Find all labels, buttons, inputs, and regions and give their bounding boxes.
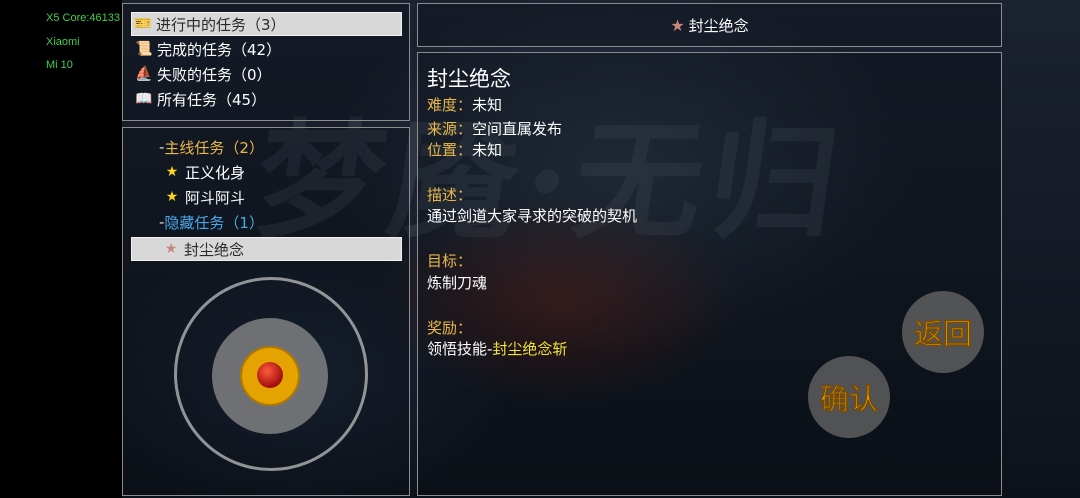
filter-label: 失败的任务（0） xyxy=(157,65,272,84)
description-label: 描述： xyxy=(427,186,473,204)
source-value: 空间直属发布 xyxy=(472,120,563,138)
flag-icon: ⛵ xyxy=(135,66,153,82)
task-label: 正义化身 xyxy=(185,163,246,182)
reward-line: 领悟技能-封尘绝念斩 xyxy=(427,338,567,359)
goal-label: 目标： xyxy=(427,252,473,270)
task-header-panel: ★ 封尘绝念 xyxy=(417,3,1002,47)
filter-failed[interactable]: ⛵ 失败的任务（0） xyxy=(133,62,401,86)
star-icon: ★ xyxy=(670,15,685,35)
task-item-fengchen[interactable]: ★ 封尘绝念 xyxy=(131,237,402,261)
status-text-brand: Xiaomi xyxy=(46,36,80,48)
filter-label: 完成的任务（42） xyxy=(157,40,282,59)
goal-text: 炼制刀魂 xyxy=(427,274,488,292)
difficulty-label: 难度： xyxy=(427,96,473,114)
star-icon: ★ xyxy=(165,189,179,205)
category-label: 主线任务（2） xyxy=(164,138,264,157)
task-title: 封尘绝念 xyxy=(427,67,511,91)
joystick-ball-icon xyxy=(257,362,283,388)
confirm-button[interactable]: 确认 xyxy=(808,356,890,438)
scroll-icon: 📜 xyxy=(135,41,153,57)
description-text: 通过剑道大家寻求的突破的契机 xyxy=(427,207,638,225)
location-label: 位置： xyxy=(427,141,473,159)
filter-label: 进行中的任务（3） xyxy=(156,15,286,34)
filter-completed[interactable]: 📜 完成的任务（42） xyxy=(133,37,401,61)
reward-prefix: 领悟技能- xyxy=(427,340,493,358)
filter-all[interactable]: 📖 所有任务（45） xyxy=(133,87,401,111)
task-item-adou[interactable]: ★ 阿斗阿斗 xyxy=(161,185,401,209)
task-item-zhengyi[interactable]: ★ 正义化身 xyxy=(161,160,401,184)
book-icon: 📖 xyxy=(135,91,153,107)
category-main-quests[interactable]: - 主线任务（2） xyxy=(159,135,399,159)
category-hidden-quests[interactable]: - 隐藏任务（1） xyxy=(159,210,399,234)
task-label: 封尘绝念 xyxy=(184,240,245,259)
difficulty-line: 难度：未知 xyxy=(427,94,502,115)
reward-skill: 封尘绝念斩 xyxy=(492,340,568,358)
location-value: 未知 xyxy=(472,141,503,159)
status-text-model: Mi 10 xyxy=(46,59,73,71)
header-title: 封尘绝念 xyxy=(688,16,749,35)
left-black-bar xyxy=(0,0,122,498)
difficulty-value: 未知 xyxy=(472,96,503,114)
star-icon: ★ xyxy=(165,164,179,180)
location-line: 位置：未知 xyxy=(427,139,502,160)
filter-label: 所有任务（45） xyxy=(157,90,267,109)
source-line: 来源：空间直属发布 xyxy=(427,118,562,139)
source-label: 来源： xyxy=(427,120,473,138)
filter-in-progress[interactable]: 🎫 进行中的任务（3） xyxy=(131,12,402,36)
task-detail-panel: 封尘绝念 难度：未知 来源：空间直属发布 位置：未知 描述： 通过剑道大家寻求的… xyxy=(417,52,1002,496)
reward-label: 奖励： xyxy=(427,319,473,337)
task-label: 阿斗阿斗 xyxy=(185,188,246,207)
status-text-core: X5 Core:46133 xyxy=(46,12,120,24)
back-button[interactable]: 返回 xyxy=(902,291,984,373)
task-filter-panel: 🎫 进行中的任务（3） 📜 完成的任务（42） ⛵ 失败的任务（0） 📖 所有任… xyxy=(122,3,410,121)
category-label: 隐藏任务（1） xyxy=(164,213,264,232)
task-card-icon: 🎫 xyxy=(134,16,152,32)
star-icon: ★ xyxy=(164,241,178,257)
